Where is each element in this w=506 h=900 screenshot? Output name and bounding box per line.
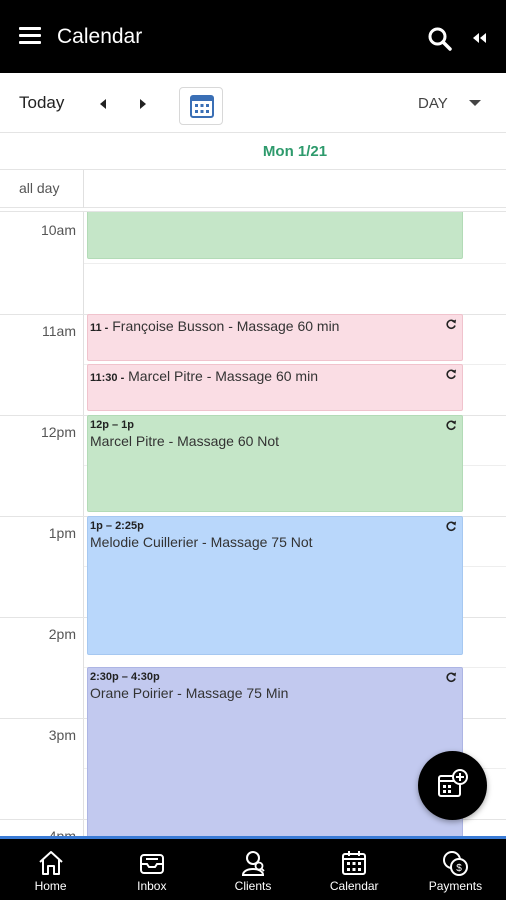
nav-clients[interactable]: Clients [202,839,303,900]
double-chevron-left-icon[interactable] [470,27,492,49]
recurring-icon [446,319,456,330]
day-date-label[interactable]: Mon 1/21 [0,143,506,160]
time-label: 12pm [40,424,76,440]
nav-label: Payments [428,879,483,893]
chevron-down-icon [469,100,481,106]
add-appointment-button[interactable] [418,751,487,820]
calendar-icon [190,95,214,118]
recurring-icon [446,369,456,380]
day-column-header: Mon 1/21 [0,134,506,170]
appointment-event[interactable]: 1p – 2:25p Melodie Cuillerier - Massage … [87,516,463,655]
time-label: 3pm [48,727,76,743]
half-hour-line [84,263,506,264]
event-summary: 11:30 - Marcel Pitre - Massage 60 min [90,368,318,384]
next-day-icon[interactable] [136,96,150,112]
appointment-event[interactable] [87,212,463,259]
event-title: Melodie Cuillerier - Massage 75 Not [90,534,313,550]
app: Calendar Today DAY Mon 1/21 all day 10am… [0,0,506,900]
home-icon [38,851,63,875]
divider [83,212,84,836]
time-label: 1pm [48,525,76,541]
bottom-navigation: Home Inbox Clients Calendar $ Payments [0,839,506,900]
time-label: 11am [42,323,76,339]
nav-home[interactable]: Home [0,839,101,900]
calendar-toolbar: Today DAY [0,73,506,133]
recurring-icon [446,672,456,683]
nav-label: Inbox [137,879,167,893]
event-title: Orane Poirier - Massage 75 Min [90,685,289,701]
top-app-bar: Calendar [0,0,506,73]
nav-calendar[interactable]: Calendar [304,839,405,900]
nav-label: Clients [234,879,272,893]
recurring-icon [446,521,456,532]
nav-label: Home [34,879,67,893]
appointment-event[interactable]: 11:30 - Marcel Pitre - Massage 60 min [87,364,463,411]
previous-day-icon[interactable] [96,96,110,112]
svg-text:$: $ [457,863,463,874]
appointment-event[interactable]: 2:30p – 4:30p Orane Poirier - Massage 75… [87,667,463,836]
appointment-event[interactable]: 11 - Françoise Busson - Massage 60 min [87,314,463,361]
today-button[interactable]: Today [19,93,64,113]
view-mode-label: DAY [418,95,448,112]
event-time: 1p – 2:25p [90,520,144,532]
page-title: Calendar [57,25,143,48]
event-time: 12p – 1p [90,419,135,431]
nav-inbox[interactable]: Inbox [101,839,202,900]
recurring-icon [446,420,456,431]
hamburger-icon[interactable] [19,27,41,47]
divider [83,170,84,208]
time-label: 4pm [48,828,76,836]
add-event-icon [438,769,468,797]
nav-label: Calendar [329,879,379,893]
event-summary: 11 - Françoise Busson - Massage 60 min [90,318,339,334]
event-time: 11:30 - [90,372,125,384]
time-label: 2pm [48,626,76,642]
event-title: Marcel Pitre - Massage 60 min [128,368,318,384]
inbox-icon [139,854,164,874]
event-title: Marcel Pitre - Massage 60 Not [90,433,280,449]
clients-icon [241,851,265,876]
event-time: 2:30p – 4:30p [90,671,160,683]
all-day-label: all day [19,180,60,196]
time-label: 10am [40,222,76,238]
nav-payments[interactable]: $ Payments [405,839,506,900]
date-picker-button[interactable] [179,87,223,125]
all-day-row[interactable]: all day [0,170,506,208]
payments-icon: $ [443,851,469,876]
view-mode-select[interactable]: DAY [418,95,484,115]
event-title: Françoise Busson - Massage 60 min [112,318,340,334]
calendar-icon [342,851,367,875]
event-time: 11 - [90,322,109,334]
time-grid[interactable]: 10am 11am 12pm 1pm 2pm 3pm 4pm 11 - Fran… [0,212,506,836]
search-icon[interactable] [427,26,453,52]
appointment-event[interactable]: 12p – 1p Marcel Pitre - Massage 60 Not [87,415,463,512]
